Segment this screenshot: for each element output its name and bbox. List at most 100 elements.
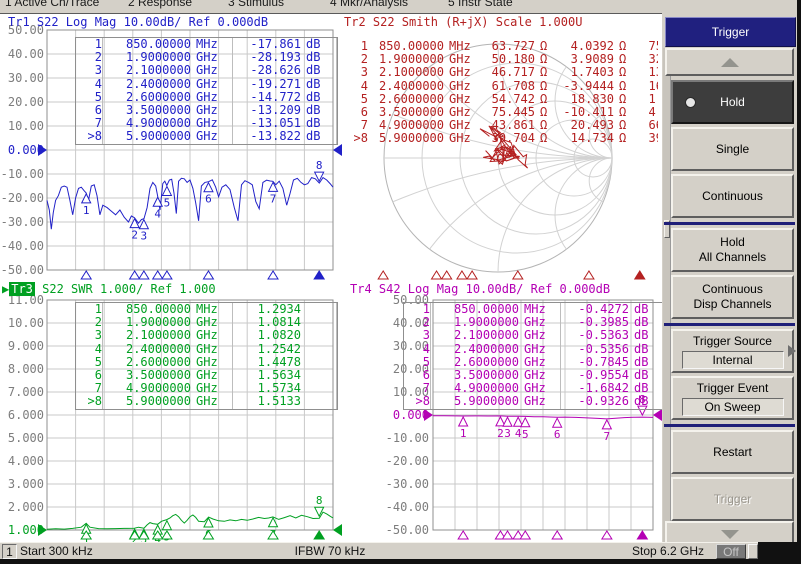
svg-text:-30.00: -30.00 bbox=[1, 215, 44, 229]
softkey-label: Trigger bbox=[714, 492, 752, 507]
softkey-trigger[interactable]: Trigger bbox=[671, 477, 794, 521]
softkey-menu-title: Trigger bbox=[665, 17, 796, 47]
svg-text:4.000: 4.000 bbox=[8, 454, 44, 468]
svg-text:1: 1 bbox=[460, 427, 467, 440]
marker-row: 1850.00000MHz-0.4272dB bbox=[404, 303, 665, 316]
tr1-title: Tr1 S22 Log Mag 10.00dB/ Ref 0.000dB bbox=[8, 15, 268, 29]
marker-row: 1850.00000MHz63.727Ω4.0392Ω75 bbox=[348, 40, 658, 53]
marker-row: 32.1000000GHz-28.626dB bbox=[76, 64, 337, 77]
tr4-title: Tr4 S42 Log Mag 10.00dB/ Ref 0.000dB bbox=[350, 282, 610, 296]
radio-dot-icon bbox=[685, 97, 696, 108]
menu-item-5[interactable]: 5 Instr State bbox=[448, 0, 513, 9]
screen-bottom-edge bbox=[0, 559, 801, 564]
stop-frequency-label: Stop 6.2 GHz bbox=[632, 544, 704, 558]
softkey-label-line2: Disp Channels bbox=[693, 297, 771, 312]
marker-row: 21.9000000GHz-0.3985dB bbox=[404, 316, 665, 329]
softkey-label: Hold bbox=[720, 95, 745, 110]
svg-text:8.000: 8.000 bbox=[8, 362, 44, 376]
softkey-label: Continuous bbox=[702, 189, 763, 204]
softkey-label: Restart bbox=[713, 445, 752, 460]
tr3-active-badge: Tr3 bbox=[9, 282, 35, 296]
marker-row: 74.9000000GHz-13.051dB bbox=[76, 117, 337, 130]
softkey-value-trigger-source: Internal bbox=[682, 351, 784, 369]
marker-row: 42.4000000GHz1.2542 bbox=[76, 343, 337, 356]
marker-row: 52.6000000GHz1.4478 bbox=[76, 356, 337, 369]
svg-text:8: 8 bbox=[316, 159, 323, 172]
softkey-hold-all-channels[interactable]: HoldAll Channels bbox=[671, 228, 794, 272]
softkey-trigger-source[interactable]: Trigger Source Internal bbox=[671, 329, 794, 373]
svg-text:10.00: 10.00 bbox=[8, 316, 44, 330]
svg-text:3: 3 bbox=[504, 427, 511, 440]
menu-item-3[interactable]: 3 Stimulus bbox=[228, 0, 284, 9]
marker-row: 21.9000000GHz-28.193dB bbox=[76, 51, 337, 64]
svg-text:-40.00: -40.00 bbox=[1, 239, 44, 253]
svg-text:2: 2 bbox=[497, 427, 504, 440]
softkey-value-trigger-event: On Sweep bbox=[682, 398, 784, 416]
svg-text:4: 4 bbox=[515, 427, 522, 440]
svg-text:-30.00: -30.00 bbox=[386, 477, 429, 491]
svg-text:6: 6 bbox=[554, 428, 561, 441]
submenu-arrow-icon bbox=[788, 345, 796, 357]
ifbw-label: IFBW 70 kHz bbox=[270, 544, 390, 558]
softkey-label: Continuous bbox=[702, 282, 763, 297]
marker-row: 74.9000000GHz1.5734 bbox=[76, 382, 337, 395]
softkey-scrollbar[interactable] bbox=[663, 48, 671, 548]
tr4-marker-table: 1850.00000MHz-0.4272dB21.9000000GHz-0.39… bbox=[403, 302, 666, 410]
softkey-group-separator bbox=[664, 424, 795, 427]
marker-row: 32.1000000GHz46.717Ω1.7403Ω13 bbox=[348, 66, 658, 79]
svg-text:3: 3 bbox=[141, 230, 148, 243]
marker-row: 1850.00000MHz-17.861dB bbox=[76, 38, 337, 51]
softkey-label: Trigger Event bbox=[697, 381, 769, 396]
svg-text:5: 5 bbox=[522, 428, 529, 441]
svg-text:-10.00: -10.00 bbox=[386, 431, 429, 445]
tr3-marker-table: 1850.00000MHz1.293421.9000000GHz1.081432… bbox=[75, 302, 338, 410]
softkey-label: Hold bbox=[720, 235, 745, 250]
svg-text:-50.00: -50.00 bbox=[1, 263, 44, 277]
softkey-continuous-disp-channels[interactable]: ContinuousDisp Channels bbox=[671, 275, 794, 319]
svg-text:-50.00: -50.00 bbox=[386, 523, 429, 537]
marker-row: 52.6000000GHz-0.7845dB bbox=[404, 356, 665, 369]
svg-text:7: 7 bbox=[270, 192, 277, 205]
marker-row: 21.9000000GHz1.0814 bbox=[76, 316, 337, 329]
status-spare-box bbox=[748, 544, 758, 559]
marker-row: 21.9000000GHz50.180Ω3.9089Ω32 bbox=[348, 53, 658, 66]
softkey-panel: TriggerHoldSingleContinuousHoldAll Chann… bbox=[662, 0, 797, 564]
svg-text:3.000: 3.000 bbox=[8, 477, 44, 491]
marker-row: 32.1000000GHz1.0820 bbox=[76, 329, 337, 342]
softkey-label-line2: All Channels bbox=[699, 250, 766, 265]
softkey-group-separator bbox=[664, 222, 795, 225]
marker-row: 52.6000000GHz54.742Ω18.830Ω1. bbox=[348, 93, 658, 106]
tr3-title: ▶Tr3 S22 SWR 1.000/ Ref 1.000 bbox=[2, 282, 216, 296]
svg-text:6: 6 bbox=[205, 193, 212, 206]
softkey-label: Single bbox=[716, 142, 749, 157]
status-bar: 1 Start 300 kHz IFBW 70 kHz Stop 6.2 GHz… bbox=[0, 542, 758, 560]
softkey-hold[interactable]: Hold bbox=[671, 80, 794, 124]
scroll-up-button[interactable] bbox=[665, 48, 794, 76]
softkey-continuous[interactable]: Continuous bbox=[671, 174, 794, 218]
marker-row: 42.4000000GHz-0.5356dB bbox=[404, 343, 665, 356]
marker-row: >85.9000000GHz-0.9326dB bbox=[404, 395, 665, 408]
softkey-label: Trigger Source bbox=[693, 334, 772, 349]
scroll-down-icon bbox=[721, 530, 739, 539]
svg-text:4: 4 bbox=[154, 207, 161, 220]
channel-number-badge: 1 bbox=[2, 544, 17, 559]
marker-row: >85.9000000GHz1.5133 bbox=[76, 395, 337, 408]
svg-text:9.000: 9.000 bbox=[8, 339, 44, 353]
vna-screen: 50.0040.0030.0020.0010.000.000-10.00-20.… bbox=[0, 0, 801, 564]
menu-item-1[interactable]: 1 Active Ch/Trace bbox=[5, 0, 99, 9]
softkey-trigger-event[interactable]: Trigger Event On Sweep bbox=[671, 376, 794, 420]
tr3-title-text: S22 SWR 1.000/ Ref 1.000 bbox=[35, 282, 216, 296]
off-indicator: Off bbox=[716, 544, 746, 559]
marker-row: >85.9000000GHz39.704Ω14.734Ω39 bbox=[348, 132, 658, 145]
marker-row: 74.9000000GHz-1.6842dB bbox=[404, 382, 665, 395]
menu-item-2[interactable]: 2 Response bbox=[128, 0, 192, 9]
tr2-marker-table: 1850.00000MHz63.727Ω4.0392Ω7521.9000000G… bbox=[348, 40, 658, 146]
menu-item-4[interactable]: 4 Mkr/Analysis bbox=[330, 0, 408, 9]
marker-row: >85.9000000GHz-13.822dB bbox=[76, 130, 337, 143]
softkey-restart[interactable]: Restart bbox=[671, 430, 794, 474]
svg-text:20.00: 20.00 bbox=[8, 95, 44, 109]
softkey-single[interactable]: Single bbox=[671, 127, 794, 171]
marker-row: 32.1000000GHz-0.5363dB bbox=[404, 329, 665, 342]
svg-text:2.000: 2.000 bbox=[8, 500, 44, 514]
marker-row: 63.5000000GHz-0.9554dB bbox=[404, 369, 665, 382]
